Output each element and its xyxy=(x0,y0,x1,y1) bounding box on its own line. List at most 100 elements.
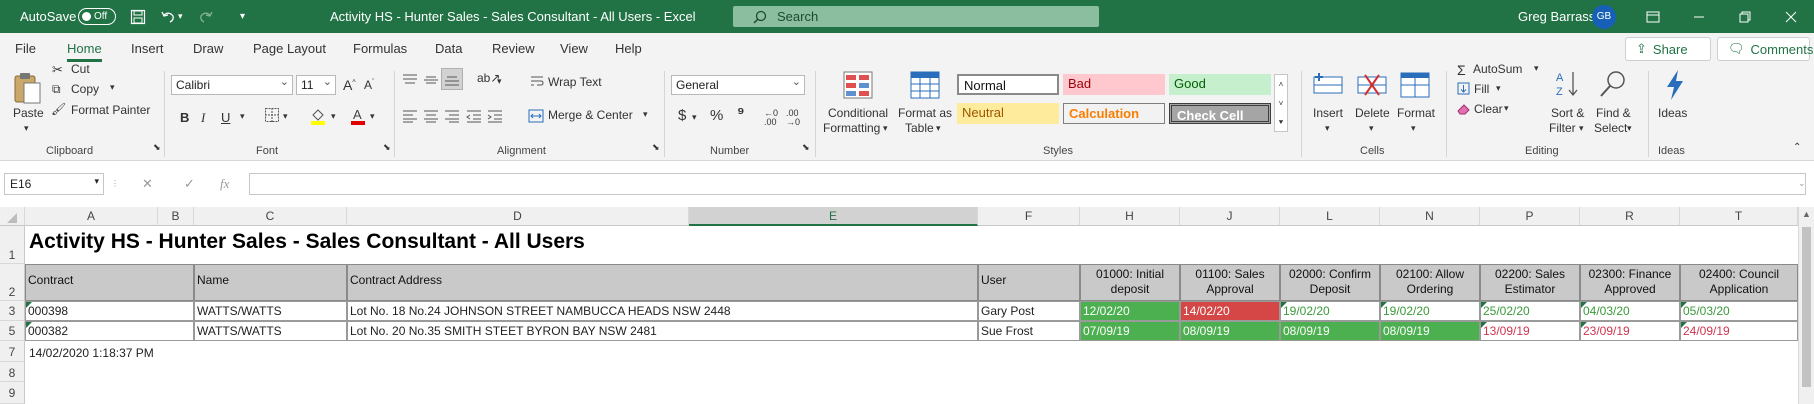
header-user[interactable]: User xyxy=(978,264,1080,301)
report-timestamp[interactable]: 14/02/2020 1:18:37 PM xyxy=(27,346,156,360)
tab-page-layout[interactable]: Page Layout xyxy=(253,41,326,56)
cell-milestone-date[interactable]: 13/09/19 xyxy=(1480,321,1580,341)
tab-file[interactable]: File xyxy=(15,41,36,56)
sort-dropdown-icon[interactable]: ▾ xyxy=(1579,123,1584,134)
scroll-up-icon[interactable]: ▲ xyxy=(1802,209,1811,219)
borders-icon[interactable] xyxy=(264,107,280,126)
clear-button[interactable]: Clear xyxy=(1474,102,1503,116)
merge-dropdown-icon[interactable]: ▾ xyxy=(643,109,648,120)
paste-dropdown-icon[interactable]: ▾ xyxy=(24,123,29,134)
autosave-toggle[interactable]: Off xyxy=(78,8,116,25)
orientation-dropdown-icon[interactable]: ▾ xyxy=(497,76,502,87)
formula-bar-grip-icon[interactable]: ⋮ xyxy=(111,179,119,188)
cell-milestone-date[interactable]: 14/02/20 xyxy=(1180,301,1280,321)
number-format-combo[interactable]: General xyxy=(671,75,805,95)
header-milestone-02200[interactable]: 02200: Sales Estimator xyxy=(1480,264,1580,301)
header-milestone-02300[interactable]: 02300: Finance Approved xyxy=(1580,264,1680,301)
tab-data[interactable]: Data xyxy=(435,41,462,56)
share-button[interactable]: ⇪ Share xyxy=(1625,37,1711,61)
row-header-7[interactable]: 7 xyxy=(0,341,25,362)
fill-color-dropdown-icon[interactable]: ▾ xyxy=(331,111,336,122)
header-milestone-02100[interactable]: 02100: Allow Ordering xyxy=(1380,264,1480,301)
fill-button[interactable]: Fill xyxy=(1474,82,1489,96)
header-milestone-02000[interactable]: 02000: Confirm Deposit xyxy=(1280,264,1380,301)
format-as-table-button[interactable]: Format as xyxy=(898,106,952,120)
font-size-combo[interactable]: 11 xyxy=(296,75,336,95)
font-launcher-icon[interactable]: ⬊ xyxy=(383,142,391,153)
name-box[interactable]: E16 ▾ xyxy=(4,173,104,195)
cell-contract-address[interactable]: Lot No. 18 No.24 JOHNSON STREET NAMBUCCA… xyxy=(347,301,978,321)
delete-dropdown-icon[interactable]: ▾ xyxy=(1369,123,1374,134)
cut-button[interactable]: Cut xyxy=(71,62,90,76)
tab-insert[interactable]: Insert xyxy=(131,41,164,56)
increase-decimal-icon[interactable]: ←0.00 xyxy=(764,109,778,127)
header-milestone-01000[interactable]: 01000: Initial deposit xyxy=(1080,264,1180,301)
style-normal[interactable]: Normal xyxy=(957,74,1059,95)
font-name-combo[interactable]: Calibri xyxy=(171,75,293,95)
column-header-d[interactable]: D xyxy=(347,207,689,226)
header-contract[interactable]: Contract xyxy=(25,264,194,301)
decrease-indent-icon[interactable] xyxy=(466,109,482,126)
cell-name[interactable]: WATTS/WATTS xyxy=(194,321,347,341)
align-middle-icon[interactable] xyxy=(423,73,439,90)
undo-icon[interactable] xyxy=(160,0,176,33)
align-bottom-icon[interactable] xyxy=(441,68,463,90)
tab-formulas[interactable]: Formulas xyxy=(353,41,407,56)
cell-milestone-date[interactable]: 19/02/20 xyxy=(1280,301,1380,321)
cell-name[interactable]: WATTS/WATTS xyxy=(194,301,347,321)
header-milestone-02400[interactable]: 02400: Council Application xyxy=(1680,264,1798,301)
format-cells-button[interactable]: Format xyxy=(1397,106,1435,120)
increase-font-icon[interactable]: A^ xyxy=(343,77,356,93)
expand-formula-bar-icon[interactable]: ⌄ xyxy=(1798,178,1806,189)
cell-milestone-date[interactable]: 24/09/19 xyxy=(1680,321,1798,341)
insert-cells-button[interactable]: Insert xyxy=(1313,106,1343,120)
customize-qat-icon[interactable]: ▾ xyxy=(240,0,245,33)
row-header-2[interactable]: 2 xyxy=(0,264,25,301)
select-all-corner[interactable] xyxy=(0,207,25,226)
autosum-dropdown-icon[interactable]: ▾ xyxy=(1534,63,1539,74)
tab-home[interactable]: Home xyxy=(67,41,102,62)
fill-color-icon[interactable] xyxy=(310,107,326,128)
cell-milestone-date[interactable]: 05/03/20 xyxy=(1680,301,1798,321)
cell-milestone-date[interactable]: 25/02/20 xyxy=(1480,301,1580,321)
cell-milestone-date[interactable]: 08/09/19 xyxy=(1180,321,1280,341)
decrease-font-icon[interactable]: Aˇ xyxy=(364,78,374,92)
restore-icon[interactable] xyxy=(1722,0,1768,33)
insert-dropdown-icon[interactable]: ▾ xyxy=(1325,123,1330,134)
cell-contract[interactable]: 000382 xyxy=(25,321,194,341)
column-header-t[interactable]: T xyxy=(1680,207,1798,226)
styles-gallery-scroll[interactable]: ˄ ˅ ⯆ xyxy=(1274,74,1288,132)
tab-help[interactable]: Help xyxy=(615,41,642,56)
column-header-l[interactable]: L xyxy=(1280,207,1380,226)
header-milestone-01100[interactable]: 01100: Sales Approval xyxy=(1180,264,1280,301)
column-header-f[interactable]: F xyxy=(978,207,1080,226)
conditional-formatting-button[interactable]: Conditional xyxy=(828,106,888,120)
sort-filter-button[interactable]: Sort & xyxy=(1551,106,1584,120)
cell-contract-address[interactable]: Lot No. 20 No.35 SMITH STEET BYRON BAY N… xyxy=(347,321,978,341)
column-header-p[interactable]: P xyxy=(1480,207,1580,226)
column-header-j[interactable]: J xyxy=(1180,207,1280,226)
row-header-8[interactable]: 8 xyxy=(0,362,25,382)
vertical-scrollbar[interactable]: ▲ xyxy=(1798,207,1814,404)
column-header-a[interactable]: A xyxy=(25,207,158,226)
font-color-icon[interactable]: A xyxy=(350,107,366,128)
cell-milestone-date[interactable]: 08/09/19 xyxy=(1380,321,1480,341)
italic-icon[interactable]: I xyxy=(201,110,205,126)
sheet-title[interactable]: Activity HS - Hunter Sales - Sales Consu… xyxy=(27,230,587,254)
cell-milestone-date[interactable]: 07/09/19 xyxy=(1080,321,1180,341)
scrollbar-thumb[interactable] xyxy=(1802,227,1811,387)
bold-icon[interactable]: B xyxy=(180,110,189,125)
header-contract-address[interactable]: Contract Address xyxy=(347,264,978,301)
format-table-dropdown-icon[interactable]: ▾ xyxy=(936,123,941,134)
cell-milestone-date[interactable]: 23/09/19 xyxy=(1580,321,1680,341)
ribbon-display-icon[interactable] xyxy=(1630,0,1676,33)
column-header-r[interactable]: R xyxy=(1580,207,1680,226)
autosum-button[interactable]: AutoSum xyxy=(1473,62,1522,76)
align-right-icon[interactable] xyxy=(444,109,460,126)
cancel-entry-icon[interactable]: ✕ xyxy=(142,176,153,192)
header-name[interactable]: Name xyxy=(194,264,347,301)
decrease-decimal-icon[interactable]: .00 →0 xyxy=(786,109,800,127)
wrap-text-button[interactable]: Wrap Text xyxy=(548,75,602,89)
column-header-n[interactable]: N xyxy=(1380,207,1480,226)
clipboard-launcher-icon[interactable]: ⬊ xyxy=(153,142,161,153)
